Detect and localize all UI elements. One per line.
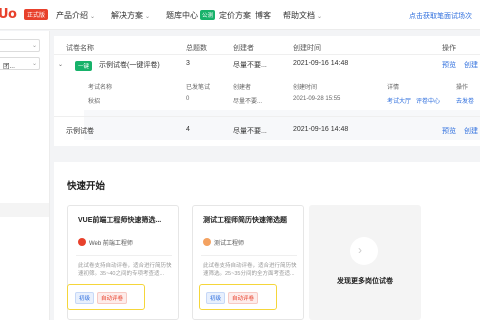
more-circle — [350, 237, 378, 265]
sub-exam-creator: 尽量不要... — [233, 99, 263, 105]
preview-link[interactable]: 预览 — [442, 126, 456, 136]
sub-exam-name: 秋招 — [88, 99, 101, 105]
exam-count: 3 — [186, 60, 190, 67]
nav-item-label: 产品介绍 — [56, 11, 88, 20]
nav-item-label: 解决方案 — [111, 11, 143, 20]
role-avatar-icon — [203, 238, 211, 246]
grading-center-link[interactable]: 评卷中心 — [416, 96, 440, 105]
quick-start-title: 快速开始 — [67, 181, 106, 192]
paper-title: VUE前端工程师快速筛选... — [78, 217, 162, 224]
col-header-actions: 操作 — [442, 45, 456, 52]
logo[interactable]: Uo — [0, 7, 17, 22]
nav-item-products[interactable]: 产品介绍 ⌄ — [56, 10, 95, 21]
sub-table — [84, 110, 480, 140]
chevron-down-icon: ⌄ — [90, 14, 96, 20]
chevron-down-icon: ⌄ — [317, 14, 323, 20]
beta-badge: 公测 — [200, 10, 216, 20]
expand-caret-icon[interactable]: ⌄ — [58, 61, 63, 68]
exam-name[interactable]: 示例试卷(一键评卷) — [99, 60, 160, 70]
sidebar-select[interactable]: ⌄ — [0, 39, 40, 52]
exam-name[interactable]: 示例试卷 — [66, 126, 94, 136]
exam-creator: 尽量不要... — [233, 128, 267, 135]
sub-col-header-sent: 已发笔试 — [186, 85, 211, 91]
paper-description: 此试卷支持自动评卷，适合进行简历快速筛选。25~35分间的全方面考查适... — [203, 263, 297, 277]
nav-item-pricing[interactable]: 定价方案 — [219, 10, 251, 21]
col-header-time: 创建时间 — [293, 45, 321, 52]
paper-title: 测试工程师简历快速筛选题 — [203, 217, 287, 224]
exam-count: 4 — [186, 126, 190, 133]
col-header-name: 试卷名称 — [66, 45, 94, 52]
create-link[interactable]: 创建 — [464, 126, 478, 136]
create-link[interactable]: 创建 — [464, 60, 478, 70]
sub-col-header-actions: 操作 — [456, 85, 469, 91]
exam-table: 试卷名称 总题数 创建者 创建时间 操作 ⌄ 一键 示例试卷(一键评卷) 3 尽… — [54, 36, 480, 146]
paper-description: 此试卷支持自动评卷，适合进行简历快速初筛。35~40之间的专项考查适... — [78, 263, 172, 277]
role-avatar-icon — [78, 238, 86, 246]
exam-time: 2021-09-16 14:48 — [293, 60, 349, 67]
chevron-down-icon: ⌄ — [31, 61, 37, 67]
paper-role: 测试工程师 — [214, 241, 245, 247]
send-exam-link[interactable]: 去发卷 — [456, 96, 474, 105]
chevron-right-icon: › — [358, 243, 362, 257]
sidebar-select[interactable]: 团... ⌄ — [0, 57, 40, 70]
sub-exam-time: 2021-09-28 15:55 — [293, 96, 341, 102]
row-divider — [54, 54, 480, 55]
exam-hall-link[interactable]: 考试大厅 — [387, 96, 411, 105]
sub-col-header-time: 创建时间 — [293, 85, 318, 91]
tag-level: 初级 — [75, 292, 95, 304]
preview-link[interactable]: 预览 — [442, 60, 456, 70]
one-click-badge: 一键 — [75, 61, 93, 71]
exam-time: 2021-09-16 14:48 — [293, 126, 349, 133]
get-interview-sessions-link[interactable]: 点击获取笔面试场次 — [409, 11, 472, 21]
sidebar: ⌄ 团... ⌄ — [0, 31, 50, 320]
tag-auto-grade: 自动评卷 — [97, 292, 128, 304]
top-nav: Uo 正式版 产品介绍 ⌄ 解决方案 ⌄ 题库中心 公测 定价方案 博客 帮助文档 ⌄ … — [0, 0, 480, 30]
nav-item-solutions[interactable]: 解决方案 ⌄ — [111, 10, 150, 21]
sidebar-select-value: 团... — [3, 63, 15, 70]
tag-level: 初级 — [206, 292, 226, 304]
nav-item-question-bank[interactable]: 题库中心 公测 — [166, 10, 216, 21]
discover-more-papers-card[interactable]: › 发现更多岗位试卷 — [309, 205, 421, 320]
col-header-creator: 创建者 — [233, 45, 254, 52]
sub-col-header-name: 考试名称 — [88, 85, 113, 91]
paper-role: Web 前端工程师 — [89, 241, 133, 247]
card-divider — [201, 255, 297, 256]
row-divider — [54, 116, 480, 117]
exam-creator: 尽量不要... — [233, 62, 267, 69]
tag-auto-grade: 自动评卷 — [228, 292, 259, 304]
chevron-down-icon: ⌄ — [145, 14, 151, 20]
edition-badge: 正式版 — [24, 9, 49, 20]
discover-more-label: 发现更多岗位试卷 — [337, 278, 393, 285]
nav-item-label: 题库中心 — [166, 11, 198, 20]
sub-exam-sent: 0 — [186, 96, 190, 102]
card-divider — [76, 255, 172, 256]
nav-item-label: 帮助文档 — [283, 11, 315, 20]
sub-col-header-detail: 详情 — [387, 85, 400, 91]
chevron-down-icon: ⌄ — [31, 43, 37, 49]
col-header-count: 总题数 — [186, 45, 207, 52]
sidebar-item-active[interactable] — [0, 203, 49, 217]
nav-item-docs[interactable]: 帮助文档 ⌄ — [283, 10, 322, 21]
nav-item-blog[interactable]: 博客 — [255, 10, 271, 21]
sub-col-header-creator: 创建者 — [233, 85, 252, 91]
